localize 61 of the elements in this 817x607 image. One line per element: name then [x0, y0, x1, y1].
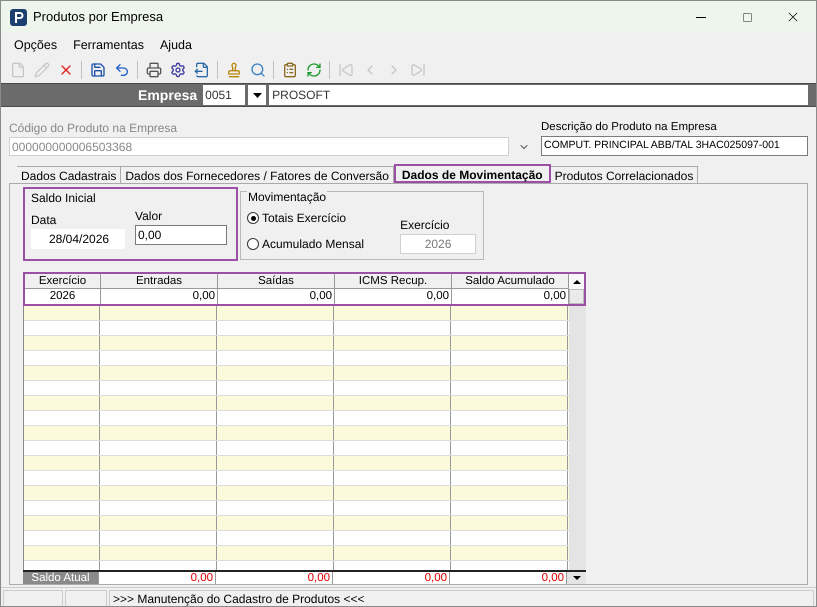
company-label: Empresa	[138, 86, 198, 105]
radio-label: Totais Exercício	[262, 210, 346, 228]
group-title: Saldo Inicial	[31, 190, 97, 208]
tab[interactable]: Dados dos Fornecedores / Fatores de Conversão	[121, 166, 394, 184]
tab[interactable]: Produtos Correlacionados	[550, 166, 698, 184]
radio-button[interactable]	[247, 212, 259, 224]
scrollbar-thumb[interactable]	[569, 289, 584, 304]
tab[interactable]: Dados Cadastrais	[17, 166, 122, 184]
total-label: Saldo Atual	[23, 572, 99, 584]
printer-icon	[146, 62, 162, 78]
status-panel	[3, 590, 63, 606]
total-cell: 0,00	[216, 572, 333, 584]
table-cell: 2026	[25, 289, 101, 304]
app-logo-icon	[10, 8, 27, 26]
document-icon	[194, 62, 210, 78]
undo-icon	[114, 62, 130, 78]
field-label: Data	[31, 212, 58, 230]
table-cell: 0,00	[101, 289, 218, 304]
company-code-field[interactable]: 0051	[203, 85, 246, 105]
tab[interactable]: Dados de Movimentação	[394, 164, 551, 184]
file-icon	[10, 62, 26, 78]
product-code-field[interactable]: 000000000006503368	[9, 137, 509, 156]
field-label: Código do Produto na Empresa	[9, 120, 178, 138]
clipboard-icon	[282, 62, 298, 78]
field-label: Exercício	[400, 217, 450, 234]
dropdown-button[interactable]	[248, 85, 266, 105]
refresh-icon	[306, 62, 322, 78]
window-title: Produtos por Empresa	[33, 8, 164, 26]
maximize-icon	[742, 12, 752, 22]
product-description-field[interactable]: COMPUT. PRINCIPAL ABB/TAL 3HAC025097-001	[541, 136, 808, 156]
up-arrow-icon	[572, 280, 580, 284]
menu-item[interactable]: Ajuda	[156, 36, 196, 54]
radio-label: Acumulado Mensal	[262, 236, 364, 254]
table-cell: 0,00	[218, 289, 335, 304]
radio-button[interactable]	[247, 238, 259, 250]
scroll-up-button[interactable]	[569, 274, 584, 290]
date-field[interactable]: 28/04/2026	[31, 229, 125, 250]
total-cell: 0,00	[333, 572, 450, 584]
caret-icon	[252, 92, 262, 98]
scroll-down-button[interactable]	[567, 572, 586, 584]
year-field: 2026	[400, 234, 476, 254]
first-icon	[338, 62, 354, 78]
menu-item[interactable]: Ferramentas	[69, 36, 148, 54]
last-icon	[410, 62, 426, 78]
company-name-field[interactable]: PROSOFT	[269, 85, 808, 105]
group-title: Movimentação	[247, 188, 328, 206]
field-label: Descrição do Produto na Empresa	[541, 120, 718, 135]
minimize-icon	[696, 16, 706, 18]
stamp-icon	[226, 62, 242, 78]
status-panel	[65, 590, 107, 606]
search-icon	[250, 62, 266, 78]
total-cell: 0,00	[99, 572, 216, 584]
status-message: >>> Manutenção do Cadastro de Produtos <<<	[109, 590, 814, 606]
menu-item[interactable]: Opções	[10, 36, 62, 54]
pencil-icon	[34, 62, 50, 78]
down-arrow-icon	[572, 576, 580, 580]
table-cell: 0,00	[335, 289, 452, 304]
value-field[interactable]: 0,00	[135, 225, 227, 246]
field-label: Valor	[135, 208, 164, 226]
gear-icon	[170, 62, 186, 78]
save-icon	[90, 62, 106, 78]
